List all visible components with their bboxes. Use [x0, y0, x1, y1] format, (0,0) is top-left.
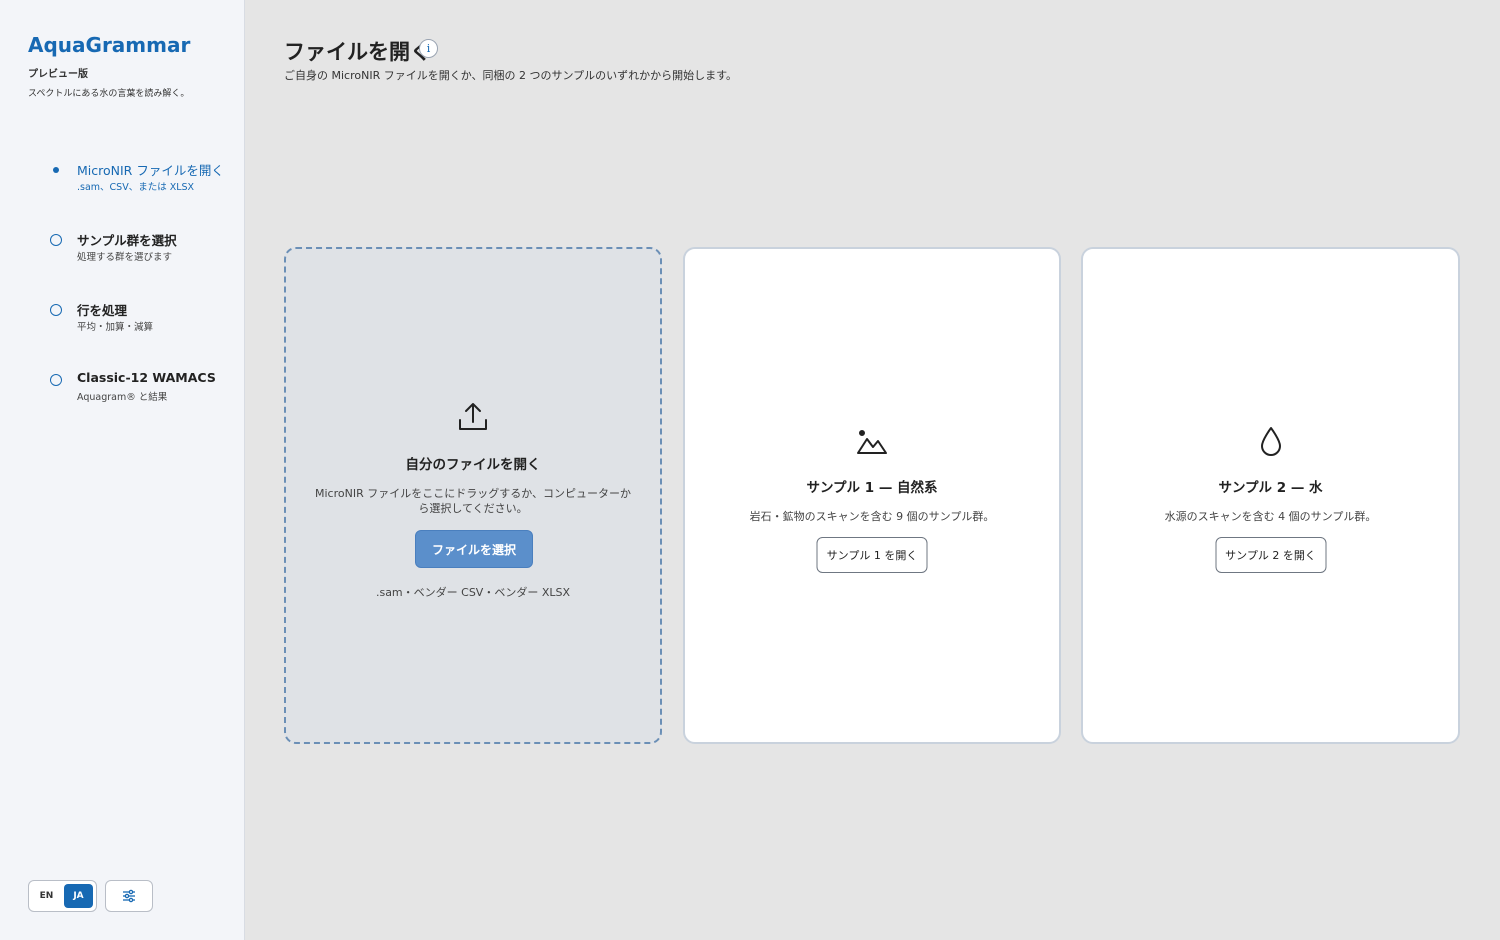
upload-dropzone[interactable]: 自分のファイルを開く MicroNIR ファイルをここにドラッグするか、コンピュ… — [284, 247, 662, 744]
step-title: 行を処理 — [77, 303, 128, 318]
step-subtitle: 平均・加算・減算 — [77, 322, 154, 333]
step-select-group[interactable]: サンプル群を選択 処理する群を選びます — [50, 230, 240, 300]
sample-2-description: 水源のスキャンを含む 4 個のサンプル群。 — [1164, 510, 1377, 523]
page-subtitle: ご自身の MicroNIR ファイルを開くか、同梱の 2 つのサンプルのいずれか… — [284, 69, 738, 82]
sliders-icon — [123, 889, 135, 903]
active-step-dot-icon — [50, 164, 62, 176]
sample-2-title: サンプル 2 — 水 — [1218, 480, 1323, 496]
step-title: Classic-12 WAMACS — [77, 370, 216, 385]
step-title: サンプル群を選択 — [77, 233, 177, 248]
sample-1-card[interactable]: サンプル 1 — 自然系 岩石・鉱物のスキャンを含む 9 個のサンプル群。 サン… — [683, 247, 1061, 744]
step-subtitle: Aquagram® と結果 — [77, 392, 168, 403]
language-ja-button[interactable]: JA — [64, 884, 93, 908]
sidebar: AquaGrammar プレビュー版 スペクトルにある水の言葉を読み解く。 Mi… — [0, 0, 245, 940]
step-open-file[interactable]: MicroNIR ファイルを開く .sam、CSV、または XLSX — [50, 160, 240, 230]
water-drop-icon — [1260, 427, 1281, 456]
pending-step-circle-icon — [50, 374, 62, 386]
mountain-icon — [857, 430, 887, 454]
sample-1-title: サンプル 1 — 自然系 — [806, 480, 938, 496]
step-wamacs[interactable]: Classic-12 WAMACS Aquagram® と結果 — [50, 370, 240, 440]
language-toggle: EN JA — [28, 880, 97, 912]
page-title: ファイルを開く — [284, 40, 431, 64]
info-icon[interactable]: i — [419, 39, 438, 58]
app-brand: AquaGrammar — [28, 33, 191, 57]
step-list: MicroNIR ファイルを開く .sam、CSV、または XLSX サンプル群… — [50, 160, 240, 440]
upload-card-description: MicroNIR ファイルをここにドラッグするか、コンピューターから選択してくだ… — [315, 487, 631, 515]
step-process-rows[interactable]: 行を処理 平均・加算・減算 — [50, 300, 240, 370]
step-subtitle: 処理する群を選びます — [77, 252, 173, 263]
sample-2-card[interactable]: サンプル 2 — 水 水源のスキャンを含む 4 個のサンプル群。 サンプル 2 … — [1081, 247, 1460, 744]
choose-file-button[interactable]: ファイルを選択 — [415, 530, 533, 568]
pending-step-circle-icon — [50, 304, 62, 316]
app-tagline: スペクトルにある水の言葉を読み解く。 — [28, 89, 190, 99]
open-sample-1-button[interactable]: サンプル 1 を開く — [816, 537, 928, 573]
supported-formats: .sam・ベンダー CSV・ベンダー XLSX — [375, 586, 571, 599]
upload-icon — [459, 403, 487, 430]
pending-step-circle-icon — [50, 234, 62, 246]
step-subtitle: .sam、CSV、または XLSX — [77, 182, 195, 193]
edition-label: プレビュー版 — [28, 69, 88, 80]
sample-1-description: 岩石・鉱物のスキャンを含む 9 個のサンプル群。 — [749, 510, 995, 523]
language-en-button[interactable]: EN — [32, 884, 61, 908]
open-sample-2-button[interactable]: サンプル 2 を開く — [1215, 537, 1326, 573]
step-title: MicroNIR ファイルを開く — [77, 163, 224, 178]
upload-card-title: 自分のファイルを開く — [405, 457, 541, 473]
settings-button[interactable] — [105, 880, 153, 912]
